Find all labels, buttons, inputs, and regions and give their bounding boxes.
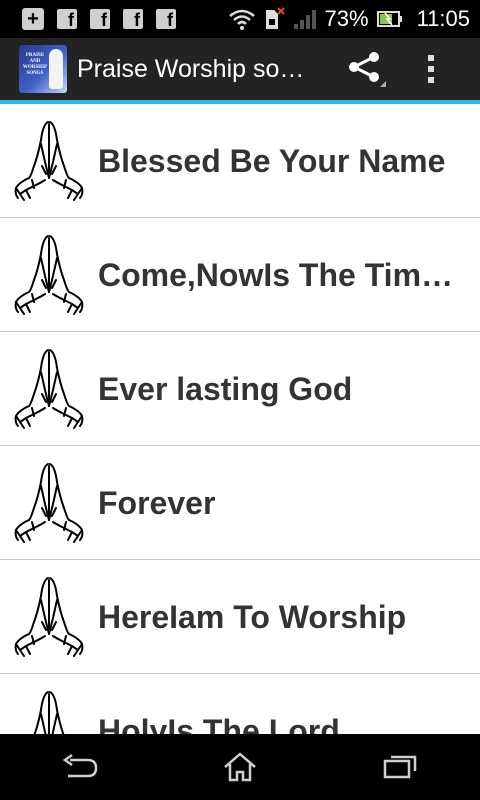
song-list-item[interactable]: Ever lasting God [0, 332, 480, 446]
song-list-item[interactable]: HereIam To Worship [0, 560, 480, 674]
status-indicators: 73% 11:05 [228, 6, 480, 32]
back-icon [62, 753, 98, 778]
song-list-item[interactable]: HolyIs The Lord [0, 674, 480, 734]
recent-apps-icon [383, 755, 417, 779]
song-list[interactable]: Blessed Be Your Name Come,NowIs The Tim…… [0, 104, 480, 734]
song-list-item[interactable]: Forever [0, 446, 480, 560]
facebook-icon: f [57, 9, 77, 29]
facebook-icon: f [156, 9, 176, 29]
facebook-icon: f [123, 9, 143, 29]
praying-hands-icon [12, 460, 86, 544]
app-logo[interactable]: PRAISE AND WORSHIP SONGS [19, 45, 67, 93]
song-list-item[interactable]: Blessed Be Your Name [0, 104, 480, 218]
plus-icon: + [22, 8, 44, 30]
song-title: Blessed Be Your Name [98, 142, 446, 179]
share-icon [349, 52, 386, 87]
praying-hands-icon [12, 574, 86, 658]
song-title: HereIam To Worship [98, 598, 407, 635]
action-bar: PRAISE AND WORSHIP SONGS Praise Worship … [0, 38, 480, 100]
notification-icons: + f f f f [22, 8, 176, 30]
signal-icon [293, 10, 316, 29]
song-title: Ever lasting God [98, 370, 353, 407]
more-vert-icon [428, 55, 434, 83]
sim-card-icon [265, 7, 285, 29]
praying-hands-icon [12, 688, 86, 734]
logo-figure [49, 49, 63, 89]
battery-percentage: 73% [324, 6, 369, 31]
song-title: Come,NowIs The Tim… [98, 256, 454, 293]
status-bar: + f f f f 73% 11:05 [0, 0, 480, 38]
wifi-icon [228, 9, 255, 30]
share-button[interactable] [342, 45, 390, 93]
praying-hands-icon [12, 346, 86, 430]
song-title: HolyIs The Lord [98, 712, 340, 735]
back-button[interactable] [40, 737, 120, 797]
home-icon [224, 752, 256, 782]
navigation-bar [0, 734, 480, 800]
app-title: Praise Worship so… [77, 54, 305, 83]
home-button[interactable] [200, 737, 280, 797]
clock: 11:05 [416, 6, 470, 31]
overflow-menu-button[interactable] [413, 45, 449, 93]
battery-charging-icon [376, 11, 402, 27]
facebook-icon: f [90, 9, 110, 29]
song-list-item[interactable]: Come,NowIs The Tim… [0, 218, 480, 332]
recent-apps-button[interactable] [360, 737, 440, 797]
app-logo-text: PRAISE AND WORSHIP SONGS [22, 53, 48, 76]
praying-hands-icon [12, 118, 86, 202]
praying-hands-icon [12, 232, 86, 316]
song-title: Forever [98, 484, 216, 521]
